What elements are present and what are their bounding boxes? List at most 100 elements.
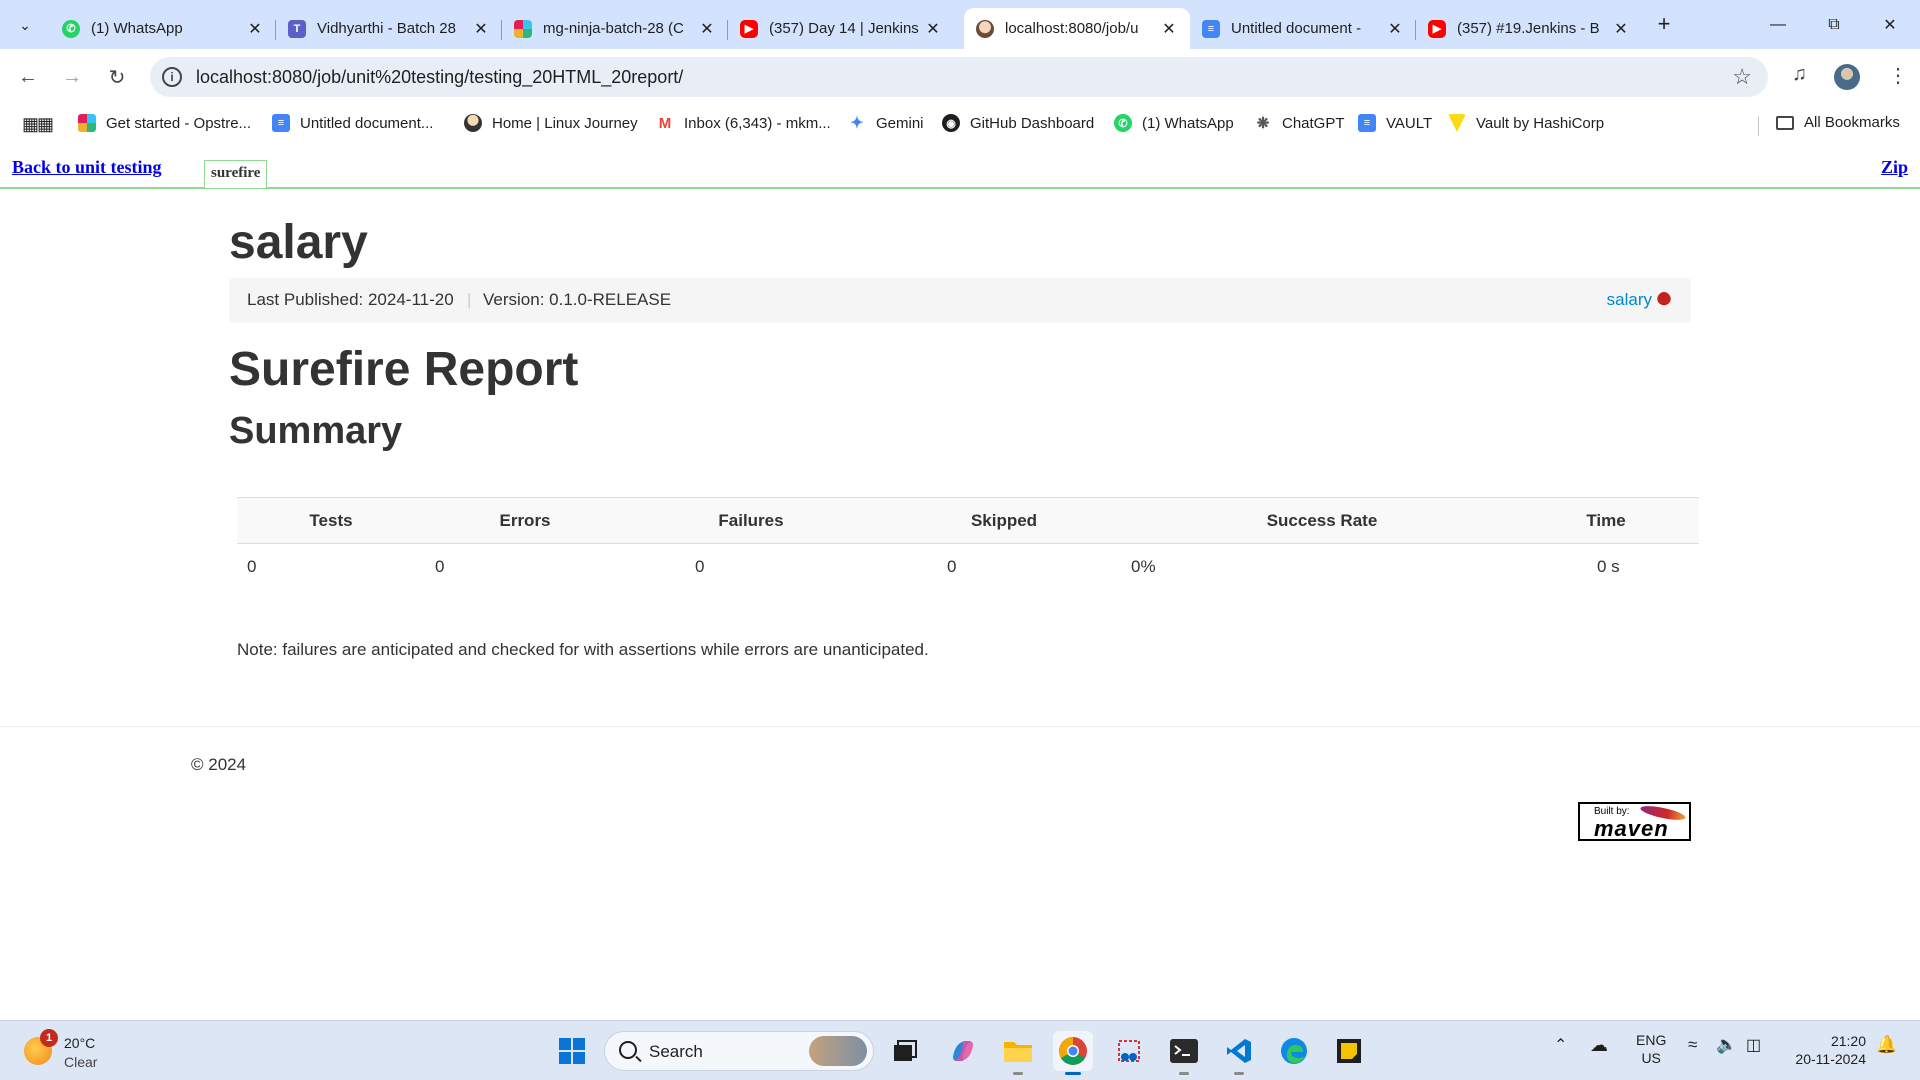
project-name: salary xyxy=(229,216,368,269)
region-label: US xyxy=(1641,1050,1661,1066)
bookmark-item[interactable]: ✦ Gemini xyxy=(848,114,924,132)
system-clock[interactable]: 21:20 20-11-2024 xyxy=(1786,1032,1866,1068)
cell-skipped: 0 xyxy=(947,556,957,576)
apps-grid-icon[interactable]: ▦▦ xyxy=(22,114,54,135)
column-header-tests: Tests xyxy=(237,497,425,544)
github-icon: ◉ xyxy=(942,114,960,132)
sticky-notes-icon[interactable] xyxy=(1329,1031,1369,1071)
close-tab-icon[interactable]: ✕ xyxy=(698,19,716,39)
wifi-icon[interactable]: ≈ xyxy=(1688,1035,1697,1055)
address-bar[interactable]: i localhost:8080/job/unit%20testing/test… xyxy=(150,57,1768,97)
bookmarks-divider xyxy=(1758,116,1759,136)
minimize-icon[interactable]: — xyxy=(1750,0,1806,49)
tab-teams[interactable]: T Vidhyarthi - Batch 28 ✕ xyxy=(276,8,502,49)
language-indicator[interactable]: ENG US xyxy=(1636,1031,1666,1067)
show-hidden-icons-chevron-icon[interactable]: ⌃ xyxy=(1554,1035,1567,1055)
task-view-icon[interactable] xyxy=(885,1031,925,1071)
back-arrow-icon[interactable]: ← xyxy=(12,61,44,93)
bookmark-item[interactable]: ✆ (1) WhatsApp xyxy=(1114,114,1234,132)
close-tab-icon[interactable]: ✕ xyxy=(246,19,264,39)
media-controls-icon[interactable]: ♫ xyxy=(1792,63,1807,86)
bookmark-label: (1) WhatsApp xyxy=(1142,114,1234,132)
bookmarks-bar: ▦▦ Get started - Opstre... ≡ Untitled do… xyxy=(0,104,1920,146)
bookmark-item[interactable]: Home | Linux Journey xyxy=(464,114,638,132)
search-label: Search xyxy=(649,1042,703,1061)
table-header-row: Tests Errors Failures Skipped Success Ra… xyxy=(237,497,1699,544)
close-tab-icon[interactable]: ✕ xyxy=(924,19,942,39)
clock-time: 21:20 xyxy=(1830,1033,1866,1049)
battery-icon[interactable]: ◫ xyxy=(1746,1035,1761,1055)
tab-slack[interactable]: mg-ninja-batch-28 (C ✕ xyxy=(502,8,728,49)
close-tab-icon[interactable]: ✕ xyxy=(1612,19,1630,39)
volume-icon[interactable]: 🔈 xyxy=(1716,1035,1737,1055)
url-text[interactable]: localhost:8080/job/unit%20testing/testin… xyxy=(196,67,683,88)
summary-table: Tests Errors Failures Skipped Success Ra… xyxy=(237,497,1699,590)
tab-youtube-jenkins[interactable]: ▶ (357) #19.Jenkins - B ✕ xyxy=(1416,8,1642,49)
bookmark-item[interactable]: ≡ Untitled document... xyxy=(272,114,433,132)
bookmark-item[interactable]: ≡ VAULT xyxy=(1358,114,1432,132)
section-title: Summary xyxy=(229,410,403,452)
close-window-icon[interactable]: ✕ xyxy=(1862,0,1918,49)
running-indicator xyxy=(1065,1072,1081,1075)
restore-icon[interactable]: ⧉ xyxy=(1806,0,1862,49)
new-tab-button[interactable]: + xyxy=(1651,12,1677,38)
bookmark-item[interactable]: M Inbox (6,343) - mkm... xyxy=(656,114,831,132)
bookmark-item[interactable]: ❋ ChatGPT xyxy=(1254,114,1345,132)
cell-tests: 0 xyxy=(247,556,257,576)
close-tab-icon[interactable]: ✕ xyxy=(472,19,490,39)
site-info-icon[interactable]: i xyxy=(162,67,182,87)
file-explorer-icon[interactable] xyxy=(998,1031,1038,1075)
snipping-tool-icon[interactable] xyxy=(1109,1031,1149,1071)
bookmark-label: VAULT xyxy=(1386,114,1433,132)
terminal-icon[interactable] xyxy=(1164,1031,1204,1075)
reload-icon[interactable]: ↻ xyxy=(101,61,133,93)
tab-jenkins-active[interactable]: localhost:8080/job/u ✕ xyxy=(964,8,1190,49)
report-tab-surefire[interactable]: surefire xyxy=(204,160,268,188)
taskbar-search[interactable]: Search xyxy=(604,1031,874,1071)
docs-icon: ≡ xyxy=(1202,19,1220,38)
zip-download-link[interactable]: Zip xyxy=(1881,157,1908,178)
vault-icon xyxy=(1448,114,1466,132)
windows-start-icon[interactable] xyxy=(552,1031,592,1071)
notification-bell-icon[interactable]: 🔔 xyxy=(1876,1035,1897,1055)
bookmark-star-icon[interactable]: ☆ xyxy=(1732,64,1752,90)
copilot-icon[interactable] xyxy=(943,1031,983,1071)
onedrive-icon[interactable]: ☁ xyxy=(1590,1035,1608,1056)
table-row: 0 0 0 0 0% 0 s xyxy=(237,544,1699,590)
column-header-skipped: Skipped xyxy=(877,497,1131,544)
tab-whatsapp[interactable]: ✆ (1) WhatsApp ✕ xyxy=(50,8,276,49)
close-tab-icon[interactable]: ✕ xyxy=(1386,19,1404,39)
running-indicator xyxy=(1179,1072,1189,1075)
edge-icon[interactable] xyxy=(1274,1031,1314,1071)
cell-time: 0 s xyxy=(1597,556,1620,576)
back-to-job-link[interactable]: Back to unit testing xyxy=(12,157,162,178)
project-link[interactable]: salary xyxy=(1607,290,1671,310)
tab-title: (357) #19.Jenkins - B xyxy=(1457,20,1600,37)
slack-icon xyxy=(514,19,532,38)
forward-arrow-icon[interactable]: → xyxy=(56,61,88,93)
tab-title: Untitled document - xyxy=(1231,20,1362,37)
cell-failures: 0 xyxy=(695,556,705,576)
whatsapp-icon: ✆ xyxy=(1114,114,1132,132)
bookmark-label: ChatGPT xyxy=(1282,114,1345,132)
search-icon xyxy=(619,1041,637,1059)
column-header-success-rate: Success Rate xyxy=(1131,497,1513,544)
bookmark-label: Vault by HashiCorp xyxy=(1476,114,1605,132)
built-by-maven-logo[interactable]: Built by: maven xyxy=(1578,802,1691,841)
vscode-icon[interactable] xyxy=(1219,1031,1259,1075)
close-tab-icon[interactable]: ✕ xyxy=(1160,19,1178,39)
bookmark-item[interactable]: Get started - Opstre... xyxy=(78,114,251,132)
tab-search-chevron-icon[interactable]: ⌄ xyxy=(10,10,40,40)
tab-untitled-document[interactable]: ≡ Untitled document - ✕ xyxy=(1190,8,1416,49)
chrome-icon[interactable] xyxy=(1053,1031,1093,1075)
all-bookmarks-label: All Bookmarks xyxy=(1804,114,1900,131)
chatgpt-icon: ❋ xyxy=(1254,114,1272,132)
tab-youtube-day14[interactable]: ▶ (357) Day 14 | Jenkins ✕ xyxy=(728,8,954,49)
tab-title: (357) Day 14 | Jenkins xyxy=(769,20,919,37)
apache-feather-icon xyxy=(1657,292,1671,308)
all-bookmarks-button[interactable]: All Bookmarks xyxy=(1776,114,1900,131)
kebab-menu-icon[interactable]: ⋮ xyxy=(1888,63,1908,88)
bookmark-item[interactable]: Vault by HashiCorp xyxy=(1448,114,1604,132)
avatar[interactable] xyxy=(1834,64,1860,90)
bookmark-item[interactable]: ◉ GitHub Dashboard xyxy=(942,114,1094,132)
